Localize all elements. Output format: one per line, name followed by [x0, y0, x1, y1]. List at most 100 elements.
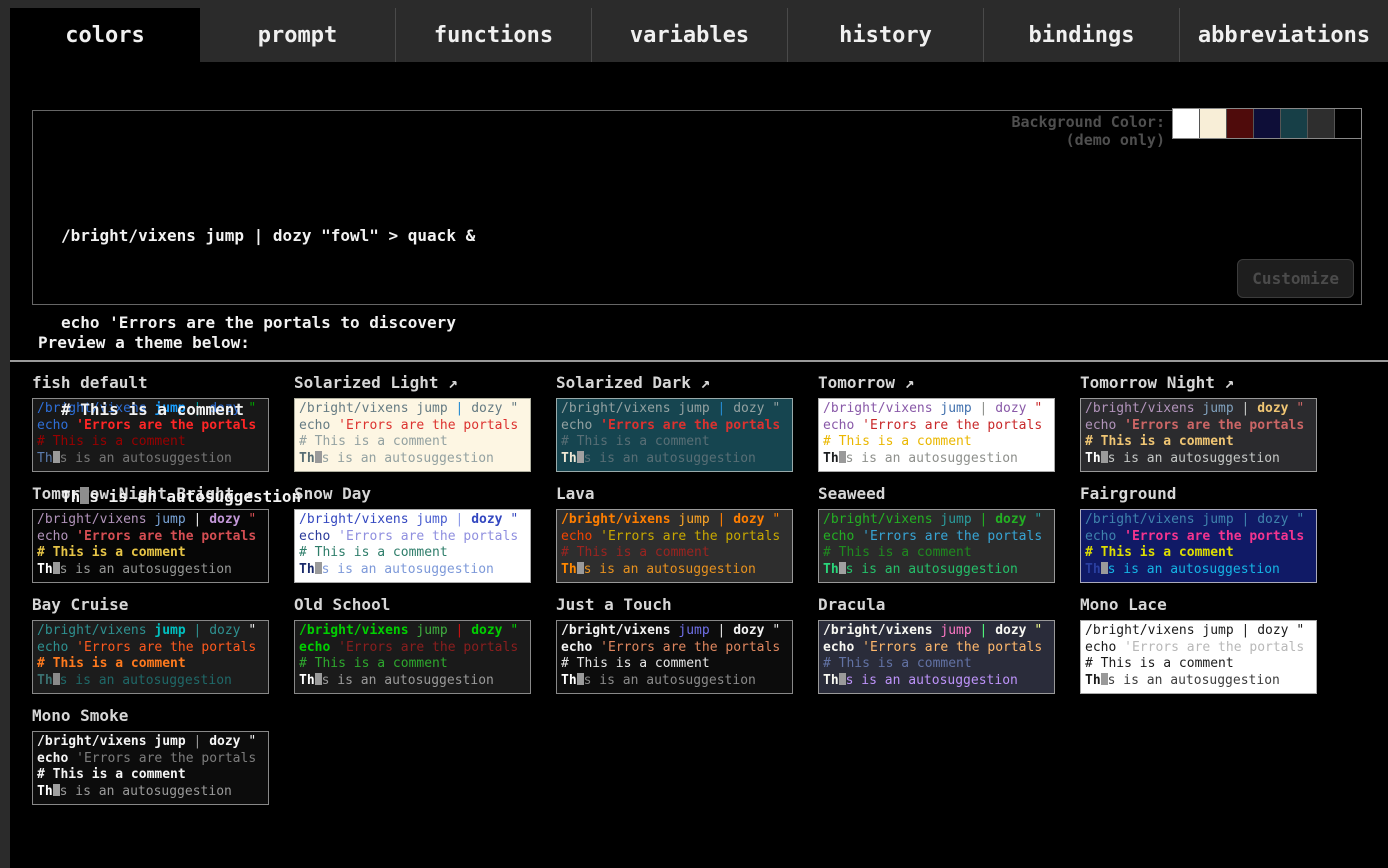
tab-abbreviations[interactable]: abbreviations	[1180, 8, 1388, 62]
theme-card-mono-lace[interactable]: /bright/vixens jump | dozy "echo 'Errors…	[1080, 620, 1317, 694]
token-pipe: |	[194, 734, 202, 749]
token-echo: echo	[37, 640, 68, 655]
theme-card-bay-cruise[interactable]: /bright/vixens jump | dozy "echo 'Errors…	[32, 620, 269, 694]
token-typed: Th	[561, 673, 577, 688]
theme-bay-cruise: Bay Cruise/bright/vixens jump | dozy "ec…	[32, 595, 269, 694]
demo-typed-text: Th	[61, 487, 80, 506]
theme-mono-smoke: Mono Smoke/bright/vixens jump | dozy "ec…	[32, 706, 269, 805]
theme-card-dracula[interactable]: /bright/vixens jump | dozy "echo 'Errors…	[818, 620, 1055, 694]
token-typed: Th	[823, 673, 839, 688]
token-path: /bright/vixens	[561, 623, 671, 638]
token-autosuggestion: s is an autosuggestion	[60, 673, 232, 688]
token-path: /bright/vixens	[299, 623, 409, 638]
theme-title-bay-cruise: Bay Cruise	[32, 595, 269, 614]
theme-card-old-school[interactable]: /bright/vixens jump | dozy "echo 'Errors…	[294, 620, 531, 694]
theme-title-old-school: Old School	[294, 595, 531, 614]
demo-line-command: /bright/vixens jump | dozy "fowl" > quac…	[61, 221, 1361, 250]
theme-just-a-touch: Just a Touch/bright/vixens jump | dozy "…	[556, 595, 793, 694]
tab-functions[interactable]: functions	[396, 8, 592, 62]
sample-line-1: /bright/vixens jump | dozy "	[299, 623, 530, 640]
background-swatch-5[interactable]	[1308, 109, 1335, 138]
sample-line-2: echo 'Errors are the portals	[37, 640, 268, 657]
token-comment: # This is a comment	[37, 767, 186, 782]
token-jump: jump	[1202, 623, 1233, 638]
token-dozy: dozy	[1257, 623, 1288, 638]
sample-line-3: # This is a comment	[823, 656, 1054, 673]
sample-line-2: echo 'Errors are the portals	[1085, 640, 1316, 657]
background-swatch-2[interactable]	[1227, 109, 1254, 138]
token-comment: # This is a comment	[37, 656, 186, 671]
token-jump: jump	[678, 623, 709, 638]
sample-line-3: # This is a comment	[37, 767, 268, 784]
tab-history[interactable]: history	[788, 8, 984, 62]
token-typed: Th	[1085, 673, 1101, 688]
sample-line-3: # This is a comment	[299, 656, 530, 673]
token-quote: "	[1296, 623, 1304, 638]
demo-line-autosuggestion: Ths is an autosuggestion	[61, 482, 1361, 511]
token-error: 'Errors are the portals	[1124, 640, 1304, 655]
token-echo: echo	[823, 640, 854, 655]
token-jump: jump	[154, 623, 185, 638]
cursor-block	[839, 673, 846, 685]
token-dozy: dozy	[733, 623, 764, 638]
tab-bindings[interactable]: bindings	[984, 8, 1180, 62]
token-quote: "	[1034, 623, 1042, 638]
background-color-label-line2: (demo only)	[1011, 131, 1165, 149]
background-color-label-line1: Background Color:	[1011, 113, 1165, 131]
token-pipe: |	[980, 623, 988, 638]
token-error: 'Errors are the portals	[600, 640, 780, 655]
theme-card-mono-smoke[interactable]: /bright/vixens jump | dozy "echo 'Errors…	[32, 731, 269, 805]
background-swatch-4[interactable]	[1281, 109, 1308, 138]
token-dozy: dozy	[471, 623, 502, 638]
token-dozy: dozy	[995, 623, 1026, 638]
background-swatch-3[interactable]	[1254, 109, 1281, 138]
sample-line-3: # This is a comment	[37, 656, 268, 673]
cursor-block	[53, 784, 60, 796]
theme-mono-lace: Mono Lace/bright/vixens jump | dozy "ech…	[1080, 595, 1317, 694]
tab-bar: colorspromptfunctionsvariableshistorybin…	[0, 0, 1388, 62]
sample-line-4: Th s is an autosuggestion	[37, 673, 268, 690]
token-error: 'Errors are the portals	[76, 751, 256, 766]
token-pipe: |	[456, 623, 464, 638]
cursor-block	[80, 487, 89, 504]
cursor-block	[315, 673, 322, 685]
sample-line-1: /bright/vixens jump | dozy "	[37, 623, 268, 640]
token-autosuggestion: s is an autosuggestion	[584, 673, 756, 688]
sample-line-4: Ths is an autosuggestion	[823, 673, 1054, 690]
tab-colors[interactable]: colors	[10, 8, 200, 70]
background-swatch-0[interactable]	[1173, 109, 1200, 138]
token-comment: # This is a comment	[299, 656, 448, 671]
tab-prompt[interactable]: prompt	[200, 8, 396, 62]
background-swatch-6[interactable]	[1335, 109, 1361, 138]
sample-line-4: Th s is an autosuggestion	[37, 784, 268, 801]
token-echo: echo	[299, 640, 330, 655]
background-color-label: Background Color: (demo only)	[1011, 113, 1165, 149]
theme-card-just-a-touch[interactable]: /bright/vixens jump | dozy "echo 'Errors…	[556, 620, 793, 694]
token-error: 'Errors are the portals	[76, 640, 256, 655]
tab-variables[interactable]: variables	[592, 8, 788, 62]
sample-line-1: /bright/vixens jump | dozy "	[37, 734, 268, 751]
demo-line-quote: echo 'Errors are the portals to discover…	[61, 308, 1361, 337]
token-pipe: |	[718, 623, 726, 638]
token-quote: "	[248, 623, 256, 638]
token-typed: Th	[37, 673, 53, 688]
sample-line-1: /bright/vixens jump | dozy "	[561, 623, 792, 640]
token-autosuggestion: s is an autosuggestion	[60, 784, 232, 799]
cursor-block	[53, 673, 60, 685]
token-error: 'Errors are the portals	[338, 640, 518, 655]
token-path: /bright/vixens	[37, 734, 147, 749]
colors-tab-content: Background Color: (demo only) /bright/vi…	[10, 62, 1388, 868]
token-jump: jump	[416, 623, 447, 638]
customize-button[interactable]: Customize	[1237, 259, 1354, 298]
token-quote: "	[510, 623, 518, 638]
sample-line-2: echo 'Errors are the portals	[823, 640, 1054, 657]
sample-line-4: Ths is an autosuggestion	[1085, 673, 1316, 690]
token-jump: jump	[940, 623, 971, 638]
cursor-block	[1101, 673, 1108, 685]
token-error: 'Errors are the portals	[862, 640, 1042, 655]
background-swatch-1[interactable]	[1200, 109, 1227, 138]
terminal-demo-text: /bright/vixens jump | dozy "fowl" > quac…	[33, 111, 1361, 569]
token-typed: Th	[37, 784, 53, 799]
cursor-block	[577, 673, 584, 685]
token-echo: echo	[1085, 640, 1116, 655]
